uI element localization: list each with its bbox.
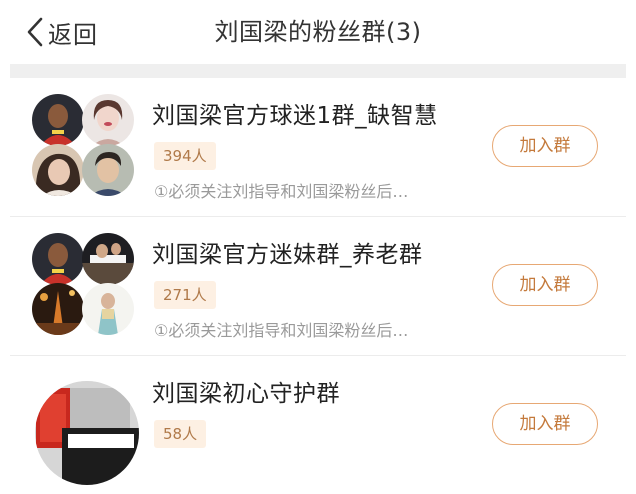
member-count-badge: 394人 [154, 142, 216, 170]
group-notice: ①必须关注刘指导和刘国梁粉丝后… [154, 321, 409, 340]
group-logo [32, 378, 142, 488]
group-notice: ①必须关注刘指导和刘国梁粉丝后… [154, 182, 409, 201]
group-name: 刘国梁官方迷妹群_养老群 [152, 242, 423, 268]
member-avatar [82, 283, 134, 335]
group-name: 刘国梁官方球迷1群_缺智慧 [152, 103, 438, 129]
member-count-badge: 271人 [154, 281, 216, 309]
page-title: 刘国梁的粉丝群(3) [214, 18, 422, 46]
member-avatar [82, 94, 134, 146]
member-avatar [32, 94, 84, 146]
join-group-button[interactable]: 加入群 [492, 125, 598, 167]
member-avatar [82, 144, 134, 196]
group-row[interactable]: 刘国梁官方球迷1群_缺智慧 394人 ①必须关注刘指导和刘国梁粉丝后… 加入群 [10, 78, 626, 217]
nav-header: 返回 刘国梁的粉丝群(3) [0, 0, 636, 64]
group-list: 刘国梁官方球迷1群_缺智慧 394人 ①必须关注刘指导和刘国梁粉丝后… 加入群 [10, 78, 626, 494]
member-avatar [32, 283, 84, 335]
member-avatar [32, 233, 84, 285]
section-divider [10, 64, 626, 78]
member-avatar [32, 144, 84, 196]
join-group-button[interactable]: 加入群 [492, 403, 598, 445]
join-group-button[interactable]: 加入群 [492, 264, 598, 306]
member-count-badge: 58人 [154, 420, 207, 448]
group-row[interactable]: 刘国梁官方迷妹群_养老群 271人 ①必须关注刘指导和刘国梁粉丝后… 加入群 [10, 217, 626, 356]
group-avatar-collage [32, 94, 136, 198]
member-avatar [82, 233, 134, 285]
group-avatar-collage [32, 233, 136, 337]
group-name: 刘国梁初心守护群 [152, 381, 340, 407]
group-row[interactable]: 刘国梁初心守护群 58人 加入群 [10, 356, 626, 494]
